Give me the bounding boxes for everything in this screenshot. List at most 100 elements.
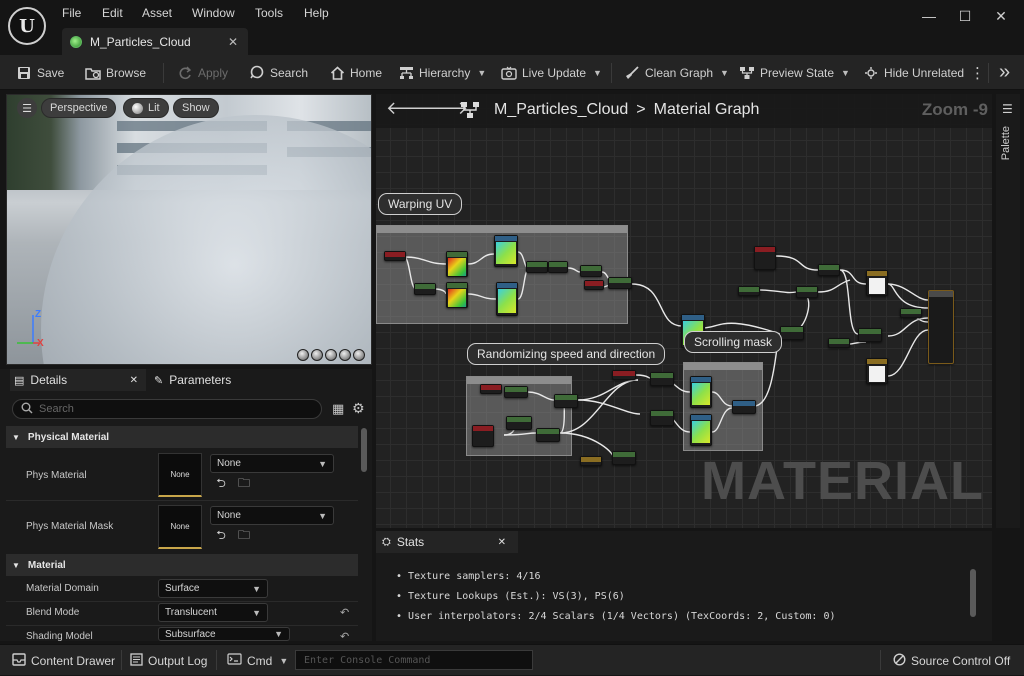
cylinder-shape-icon[interactable]	[297, 349, 309, 361]
menu-file[interactable]: File	[62, 6, 81, 20]
home-button[interactable]: Home	[329, 55, 382, 90]
material-output-node[interactable]	[928, 290, 954, 364]
phys-material-mask-thumbnail[interactable]: None	[158, 505, 202, 549]
graph-node[interactable]	[866, 270, 888, 296]
menu-asset[interactable]: Asset	[142, 6, 172, 20]
graph-node[interactable]	[536, 428, 560, 442]
graph-node[interactable]	[506, 416, 532, 430]
plane-shape-icon[interactable]	[325, 349, 337, 361]
texture-sample-node[interactable]	[446, 251, 468, 277]
menu-help[interactable]: Help	[304, 6, 329, 20]
graph-node[interactable]	[732, 400, 756, 414]
breadcrumb-asset[interactable]: M_Particles_Cloud	[494, 101, 628, 119]
comment-bubble-scrolling-mask[interactable]: Scrolling mask	[684, 331, 783, 353]
reset-to-default-icon[interactable]: ↶	[340, 606, 349, 619]
details-scrollbar[interactable]	[361, 428, 367, 472]
close-tab-icon[interactable]: ✕	[130, 375, 138, 386]
breadcrumb-graph[interactable]: Material Graph	[654, 101, 760, 119]
graph-node[interactable]	[650, 410, 674, 426]
custom-mesh-icon[interactable]	[353, 349, 365, 361]
graph-node[interactable]	[738, 286, 760, 296]
console-command-input[interactable]: Enter Console Command	[295, 650, 533, 670]
unreal-logo-icon[interactable]: U	[8, 7, 46, 45]
cube-shape-icon[interactable]	[339, 349, 351, 361]
category-material[interactable]: ▼ Material	[6, 554, 358, 576]
material-domain-combo[interactable]: Surface ▼	[158, 579, 268, 598]
details-search-input[interactable]: Search	[12, 399, 322, 419]
graph-node[interactable]	[796, 286, 818, 298]
close-window-button[interactable]: ✕	[990, 8, 1012, 28]
preview-shape-buttons[interactable]	[297, 349, 365, 361]
use-selected-icon[interactable]: ⮌	[213, 528, 229, 544]
graph-node[interactable]	[580, 456, 602, 466]
minimize-button[interactable]: —	[918, 8, 940, 28]
graph-node[interactable]	[384, 251, 406, 261]
more-options-button[interactable]: ⋮	[970, 55, 985, 90]
graph-node[interactable]	[526, 261, 548, 273]
texture-sample-node[interactable]	[496, 282, 518, 316]
comment-bubble-randomizing[interactable]: Randomizing speed and direction	[467, 343, 666, 365]
blend-mode-combo[interactable]: Translucent ▼	[158, 603, 268, 622]
lit-button[interactable]: Lit	[123, 98, 169, 118]
perspective-button[interactable]: Perspective	[41, 98, 117, 118]
browse-asset-icon[interactable]: 🗀	[236, 476, 252, 492]
close-tab-icon[interactable]: ✕	[228, 35, 238, 49]
sphere-shape-icon[interactable]	[311, 349, 323, 361]
clean-graph-dropdown[interactable]: Clean Graph ▼	[624, 55, 729, 90]
source-control-button[interactable]: Source Control Off	[893, 645, 1010, 676]
reset-to-default-icon[interactable]: ↶	[340, 630, 349, 643]
graph-node[interactable]	[472, 425, 494, 447]
texture-sample-node[interactable]	[494, 235, 518, 267]
stats-scrollbar[interactable]	[970, 569, 976, 617]
live-update-dropdown[interactable]: Live Update ▼	[501, 55, 602, 90]
category-physical-material[interactable]: ▼ Physical Material	[6, 426, 358, 448]
hide-unrelated-button[interactable]: Hide Unrelated	[863, 55, 964, 90]
hierarchy-dropdown[interactable]: Hierarchy ▼	[398, 55, 486, 90]
graph-node[interactable]	[828, 338, 850, 348]
graph-node[interactable]	[548, 261, 568, 273]
viewport-menu-button[interactable]: ☰	[17, 98, 37, 118]
graph-node[interactable]	[650, 372, 674, 386]
graph-node[interactable]	[480, 384, 502, 394]
output-log-button[interactable]: Output Log	[130, 645, 207, 676]
menu-window[interactable]: Window	[192, 6, 235, 20]
graph-node[interactable]	[780, 326, 804, 340]
graph-node[interactable]	[818, 264, 840, 276]
graph-node[interactable]	[612, 370, 636, 380]
graph-node[interactable]	[580, 265, 602, 277]
graph-node[interactable]	[858, 328, 882, 342]
cmd-dropdown[interactable]: Cmd ▼	[227, 645, 288, 676]
graph-node[interactable]	[866, 358, 888, 384]
texture-sample-node[interactable]	[690, 414, 712, 446]
save-button[interactable]: Save	[16, 55, 64, 90]
show-button[interactable]: Show	[173, 98, 219, 118]
search-button[interactable]: Search	[249, 55, 308, 90]
phys-material-combo[interactable]: None ▼	[210, 454, 334, 473]
table-view-icon[interactable]: ▦	[332, 401, 344, 417]
close-tab-icon[interactable]: ✕	[498, 537, 506, 548]
shading-model-combo[interactable]: Subsurface ▼	[158, 627, 290, 641]
preview-state-dropdown[interactable]: Preview State ▼	[739, 55, 850, 90]
gear-icon[interactable]: ⚙	[352, 400, 365, 417]
document-tab[interactable]: M_Particles_Cloud ✕	[62, 28, 248, 55]
graph-node[interactable]	[612, 451, 636, 465]
material-graph-canvas[interactable]: MATERIAL Warping UV Randomizing speed an…	[376, 94, 992, 528]
content-drawer-button[interactable]: Content Drawer	[12, 645, 115, 676]
comment-bubble-warping-uv[interactable]: Warping UV	[378, 193, 463, 215]
menu-edit[interactable]: Edit	[102, 6, 123, 20]
phys-material-mask-combo[interactable]: None ▼	[210, 506, 334, 525]
graph-node[interactable]	[554, 394, 578, 408]
graph-node[interactable]	[754, 246, 776, 270]
palette-menu-icon[interactable]: ☰	[1002, 102, 1013, 116]
menu-tools[interactable]: Tools	[255, 6, 283, 20]
tab-details[interactable]: ▤ Details ✕	[10, 369, 146, 391]
texture-sample-node[interactable]	[446, 282, 468, 308]
texture-sample-node[interactable]	[690, 376, 712, 408]
browse-button[interactable]: Browse	[85, 55, 146, 90]
palette-sidebar[interactable]: Palette ☰	[996, 94, 1020, 528]
browse-asset-icon[interactable]: 🗀	[236, 528, 252, 544]
maximize-button[interactable]: ☐	[954, 8, 976, 28]
graph-node[interactable]	[504, 386, 528, 398]
phys-material-thumbnail[interactable]: None	[158, 453, 202, 497]
expand-toolbar-button[interactable]: »	[999, 55, 1010, 90]
